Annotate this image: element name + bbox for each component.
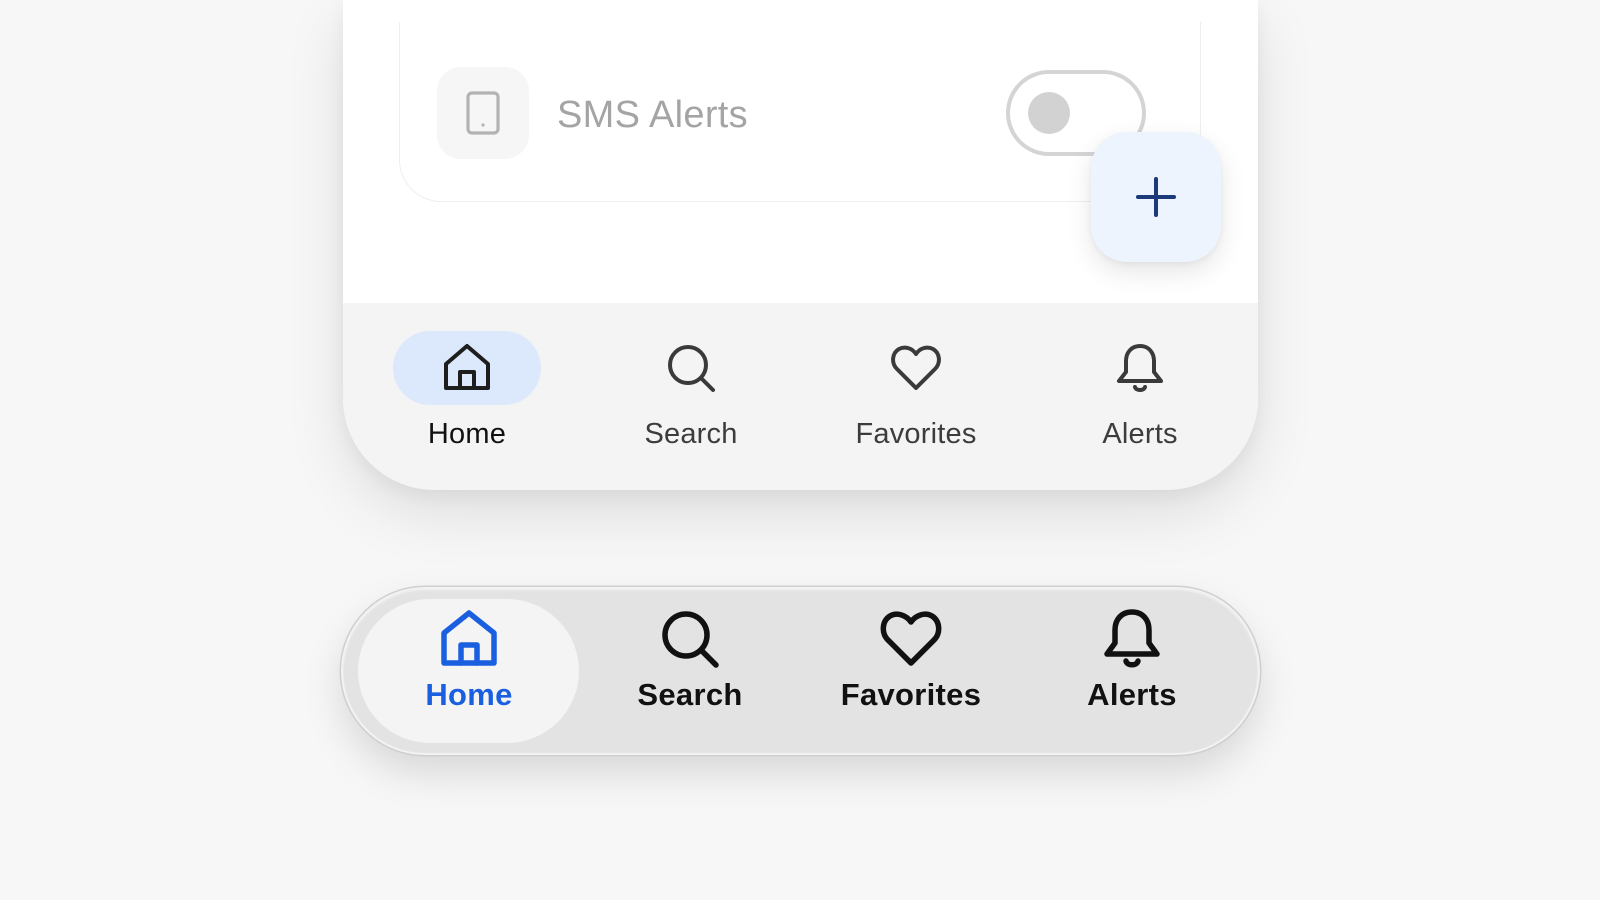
heart-icon [891,345,941,390]
add-button[interactable] [1091,132,1221,262]
nav-item-home-label: Home [427,418,507,450]
bottom-nav: Home Search Favorites Alerts [343,303,1258,490]
search-icon [662,611,719,668]
phone-screen: SMS Alerts Home Search Favorites Alerts [343,0,1258,490]
floating-nav-item-alerts[interactable]: Alerts [1032,607,1232,737]
floating-nav: Home Search Favorites Alerts [341,587,1260,755]
bell-icon [1117,344,1163,392]
nav-item-favorites-label: Favorites [855,418,977,450]
floating-nav-item-favorites-label: Favorites [840,677,982,712]
nav-item-alerts[interactable]: Alerts [1060,331,1220,461]
nav-item-search-label: Search [644,418,738,450]
floating-nav-item-search-label: Search [637,677,743,712]
nav-item-favorites-icon-wrap [842,331,990,405]
nav-item-alerts-icon-wrap [1066,331,1214,405]
nav-item-search[interactable]: Search [611,331,771,461]
heart-icon [880,611,942,666]
sms-alerts-icon-tile [437,67,529,159]
floating-nav-item-favorites[interactable]: Favorites [811,607,1011,737]
nav-item-search-icon-wrap [617,331,765,405]
search-icon [668,345,715,392]
nav-item-home-pill [393,331,541,405]
nav-item-home[interactable]: Home [387,331,547,461]
nav-item-alerts-label: Alerts [1102,418,1178,450]
floating-nav-item-home-label: Home [425,677,513,712]
toggle-knob [1028,92,1070,134]
home-icon [441,610,497,666]
floating-nav-item-home[interactable]: Home [369,607,569,737]
phone-icon [466,91,500,135]
stage: SMS Alerts Home Search Favorites Alerts … [0,0,1600,900]
home-icon [444,344,490,390]
floating-nav-item-alerts-label: Alerts [1087,677,1177,712]
sms-alerts-card: SMS Alerts [399,22,1201,202]
plus-icon [1136,177,1176,217]
floating-nav-item-search[interactable]: Search [590,607,790,737]
sms-alerts-label: SMS Alerts [557,94,748,136]
bell-icon [1104,609,1160,668]
nav-item-favorites[interactable]: Favorites [836,331,996,461]
